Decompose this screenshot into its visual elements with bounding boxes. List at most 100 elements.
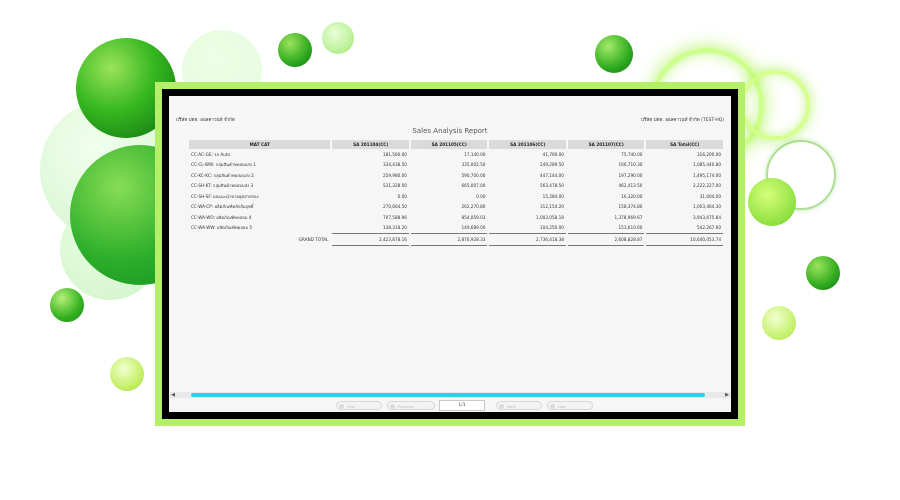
mat-cat-cell: CC-CL-WW: กลุ่มสินค้าทดสอบส่ง 1: [191, 162, 256, 168]
scroll-grip-icon: ⋮: [447, 392, 453, 398]
value-cell: 249,289.50: [539, 162, 564, 168]
value-cell: 447,144.00: [539, 172, 564, 178]
report-title: Sales Analysis Report: [412, 127, 488, 135]
mat-cat-cell: CC-WA-CP: ผลิตภัณฑ์หลักสัมฤทธิ์: [191, 204, 254, 210]
column-header: SA Total(CC): [646, 140, 723, 149]
bubble-decoration: [110, 357, 144, 391]
table-row: CC-WA-CP: ผลิตภัณฑ์หลักสัมฤทธิ์ 270,664.…: [189, 202, 723, 213]
value-cell: 531,328.00: [382, 183, 407, 189]
value-cell: 707,588.96: [382, 214, 407, 220]
scroll-right-arrow-icon[interactable]: ▶: [723, 392, 731, 398]
value-cell: 41,760.00: [542, 151, 564, 157]
value-cell: 181,560.00: [382, 151, 407, 157]
value-cell: 334,438.50: [382, 162, 407, 168]
grand-total-cell: 2,736,418.38: [489, 233, 566, 246]
last-page-icon: [550, 403, 555, 409]
value-cell: 153,610.60: [618, 225, 643, 231]
mat-cat-cell: CC-KC-KC: กลุ่มสินค้าทดสอบส่ง 2: [191, 172, 254, 178]
value-cell: 15,284.00: [542, 193, 564, 199]
monitor-frame: บริษัท ปตท. ออลคาวนท์ จำกัด บริษัท ปตท. …: [155, 82, 745, 426]
value-cell: 1,003,058.18: [535, 214, 564, 220]
grand-total-label: GRAND TOTAL: [298, 236, 329, 242]
value-cell: 17,140.00: [464, 151, 486, 157]
value-cell: 16,320.00: [621, 193, 643, 199]
report-page: บริษัท ปตท. ออลคาวนท์ จำกัด บริษัท ปตท. …: [169, 96, 731, 392]
value-cell: 1,378,969.67: [614, 214, 643, 220]
next-page-label: Next: [507, 404, 516, 409]
first-page-button[interactable]: First: [336, 401, 382, 410]
grand-total-cell: 2,608,828.87: [567, 233, 645, 246]
column-header: SA 201106(CC): [489, 140, 566, 149]
company-name-right: บริษัท ปตท. ออลคาวนท์ จำกัด (TEST-HQ): [640, 118, 724, 123]
ring-decoration: [740, 70, 810, 140]
value-cell: 563,478.50: [539, 183, 564, 189]
last-page-label: Last: [558, 404, 566, 409]
last-page-button[interactable]: Last: [547, 401, 593, 410]
value-cell: 0.00: [476, 193, 486, 199]
bubble-decoration: [278, 33, 312, 67]
mat-cat-cell: CC-WA-WW: ผลิตภัณฑ์ทดสอบ 5: [191, 225, 253, 231]
column-header: SA 201107(CC): [567, 140, 645, 149]
value-cell: 158,374.80: [618, 204, 643, 210]
value-cell: 259,980.00: [382, 172, 407, 178]
bubble-decoration: [762, 306, 796, 340]
column-header: MAT CAT: [189, 140, 331, 149]
total-cell: 316,200.00: [697, 151, 721, 157]
grand-total-cell: 2,870,928.33: [410, 233, 488, 246]
bubble-decoration: [322, 22, 354, 54]
column-header: SA 201105(CC): [410, 140, 488, 149]
value-cell: 166,710.30: [618, 162, 643, 168]
monitor-bezel: บริษัท ปตท. ออลคาวนท์ จำกัด บริษัท ปตท. …: [162, 89, 738, 419]
column-header: SA 201104(CC): [332, 140, 409, 149]
table-row: CC-CL-WW: กลุ่มสินค้าทดสอบส่ง 1 334,438.…: [189, 160, 723, 171]
value-cell: 149,689.00: [461, 225, 486, 231]
total-cell: 3,943,675.84: [693, 214, 721, 220]
bubble-decoration: [748, 178, 796, 226]
value-cell: 75,740.00: [621, 151, 643, 157]
grand-total-cell: 10,640,053.74: [646, 233, 723, 246]
grand-total-cell: 2,423,878.16: [332, 233, 409, 246]
bubble-decoration: [595, 35, 633, 73]
first-page-icon: [339, 403, 344, 409]
mat-cat-cell: CC-SH-KT: กลุ่มสินค้าทดสอบส่ง 3: [191, 183, 254, 189]
report-viewer: บริษัท ปตท. ออลคาวนท์ จำกัด บริษัท ปตท. …: [169, 96, 731, 412]
value-cell: 138,318.20: [382, 225, 407, 231]
total-cell: 542,267.60: [697, 225, 721, 231]
value-cell: 197,290.00: [618, 172, 643, 178]
horizontal-scrollbar[interactable]: ◀ ⋮ ▶: [169, 392, 731, 398]
table-row: CC-WA-WO: ผลิตภัณฑ์ทดสอบ 4 707,588.96 85…: [189, 212, 723, 223]
first-page-label: First: [347, 404, 355, 409]
value-cell: 262,270.80: [461, 204, 486, 210]
table-row: CC-AC-GE: รถ Auto 181,560.00 17,140.00 4…: [189, 149, 723, 160]
sales-table: MAT CAT SA 201104(CC) SA 201105(CC) SA 2…: [187, 140, 725, 246]
table-row: CC-SH-KT: กลุ่มสินค้าทดสอบส่ง 3 531,328.…: [189, 181, 723, 192]
total-cell: 1,495,174.00: [693, 172, 721, 178]
previous-page-label: Previous: [398, 404, 415, 409]
bubble-decoration: [50, 288, 84, 322]
total-cell: 2,222,227.00: [693, 183, 721, 189]
grand-total-row: GRAND TOTAL 2,423,878.16 2,870,928.33 2,…: [189, 233, 723, 246]
previous-page-icon: [390, 403, 395, 409]
total-cell: 1,085,440.80: [693, 162, 721, 168]
page-number-field[interactable]: 1/1: [439, 400, 485, 411]
company-name-left: บริษัท ปตท. ออลคาวนท์ จำกัด: [176, 118, 235, 123]
value-cell: 590,700.00: [461, 172, 486, 178]
table-row: CC-SH-SF: ผลแนะนำขายอุตสาหร่อง 0.00 0.00…: [189, 191, 723, 202]
mat-cat-cell: CC-AC-GE: รถ Auto: [191, 151, 231, 157]
total-cell: 31,604.00: [699, 193, 721, 199]
next-page-icon: [499, 403, 504, 409]
previous-page-button[interactable]: Previous: [387, 401, 435, 410]
value-cell: 270,664.50: [382, 204, 407, 210]
value-cell: 335,002.50: [461, 162, 486, 168]
pagination-bar: First Previous 1/1 Next Last: [169, 399, 731, 412]
total-cell: 1,003,464.30: [693, 204, 721, 210]
value-cell: 854,059.03: [461, 214, 486, 220]
next-page-button[interactable]: Next: [496, 401, 542, 410]
value-cell: 104,250.00: [539, 225, 564, 231]
value-cell: 312,154.20: [539, 204, 564, 210]
bubble-decoration: [806, 256, 840, 290]
table-row: CC-WA-WW: ผลิตภัณฑ์ทดสอบ 5 138,318.20 14…: [189, 223, 723, 234]
table-header-row: MAT CAT SA 201104(CC) SA 201105(CC) SA 2…: [189, 140, 723, 149]
table-row: CC-KC-KC: กลุ่มสินค้าทดสอบส่ง 2 259,980.…: [189, 170, 723, 181]
scroll-left-arrow-icon[interactable]: ◀: [169, 392, 177, 398]
